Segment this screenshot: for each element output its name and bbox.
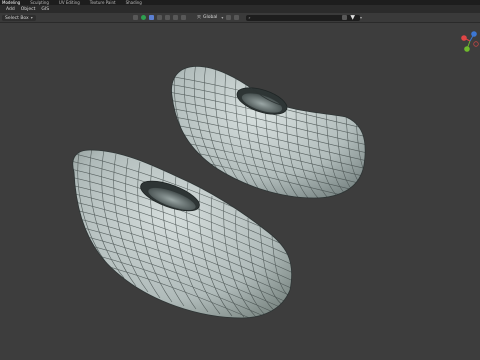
transform-orientation-dropdown[interactable]: ⤧ Global ▾ [197,15,223,21]
object-mode-icon[interactable] [133,15,138,20]
chevron-down-icon: ▾ [221,15,224,20]
menu-gis[interactable]: GIS [41,7,49,12]
chevron-down-icon: ▾ [359,15,362,20]
menu-add[interactable]: Add [6,7,15,12]
transform-orientation-label: Global [203,15,218,20]
select-subtract-icon[interactable] [165,15,170,20]
gizmo-x-axis[interactable] [461,35,467,41]
pivot-point-icon[interactable] [226,15,232,20]
filter-icon[interactable]: ▼ [350,14,355,21]
outliner-filter-toggle-icon[interactable] [342,15,348,20]
viewport-header: Add Object GIS [0,5,480,13]
select-invert-icon[interactable] [173,15,178,20]
select-box-icon[interactable] [149,15,154,20]
3d-viewport[interactable] [0,22,480,360]
upper-bean-mesh[interactable] [168,62,372,202]
outliner-search-input[interactable] [252,15,343,20]
snap-dot-icon[interactable] [141,15,146,20]
select-mode-label: Select Box [5,15,29,21]
menu-object[interactable]: Object [21,7,36,12]
header-menu: Add Object GIS [0,7,49,12]
snap-icon[interactable] [234,15,240,20]
search-icon: ⌕ [248,15,251,20]
orientation-icon: ⤧ [197,14,202,21]
select-extend-icon[interactable] [157,15,162,20]
navigation-gizmo[interactable] [455,28,480,53]
select-intersect-icon[interactable] [181,15,186,20]
chevron-down-icon: ▾ [30,14,33,20]
right-toolbar: ▼ ▾ [342,14,362,21]
select-mode-dropdown[interactable]: Select Box ▾ [2,14,36,21]
gizmo-y-axis[interactable] [464,46,470,52]
gizmo-z-axis[interactable] [471,31,477,37]
center-toolbar: ⤧ Global ▾ ⌕ [133,14,361,21]
